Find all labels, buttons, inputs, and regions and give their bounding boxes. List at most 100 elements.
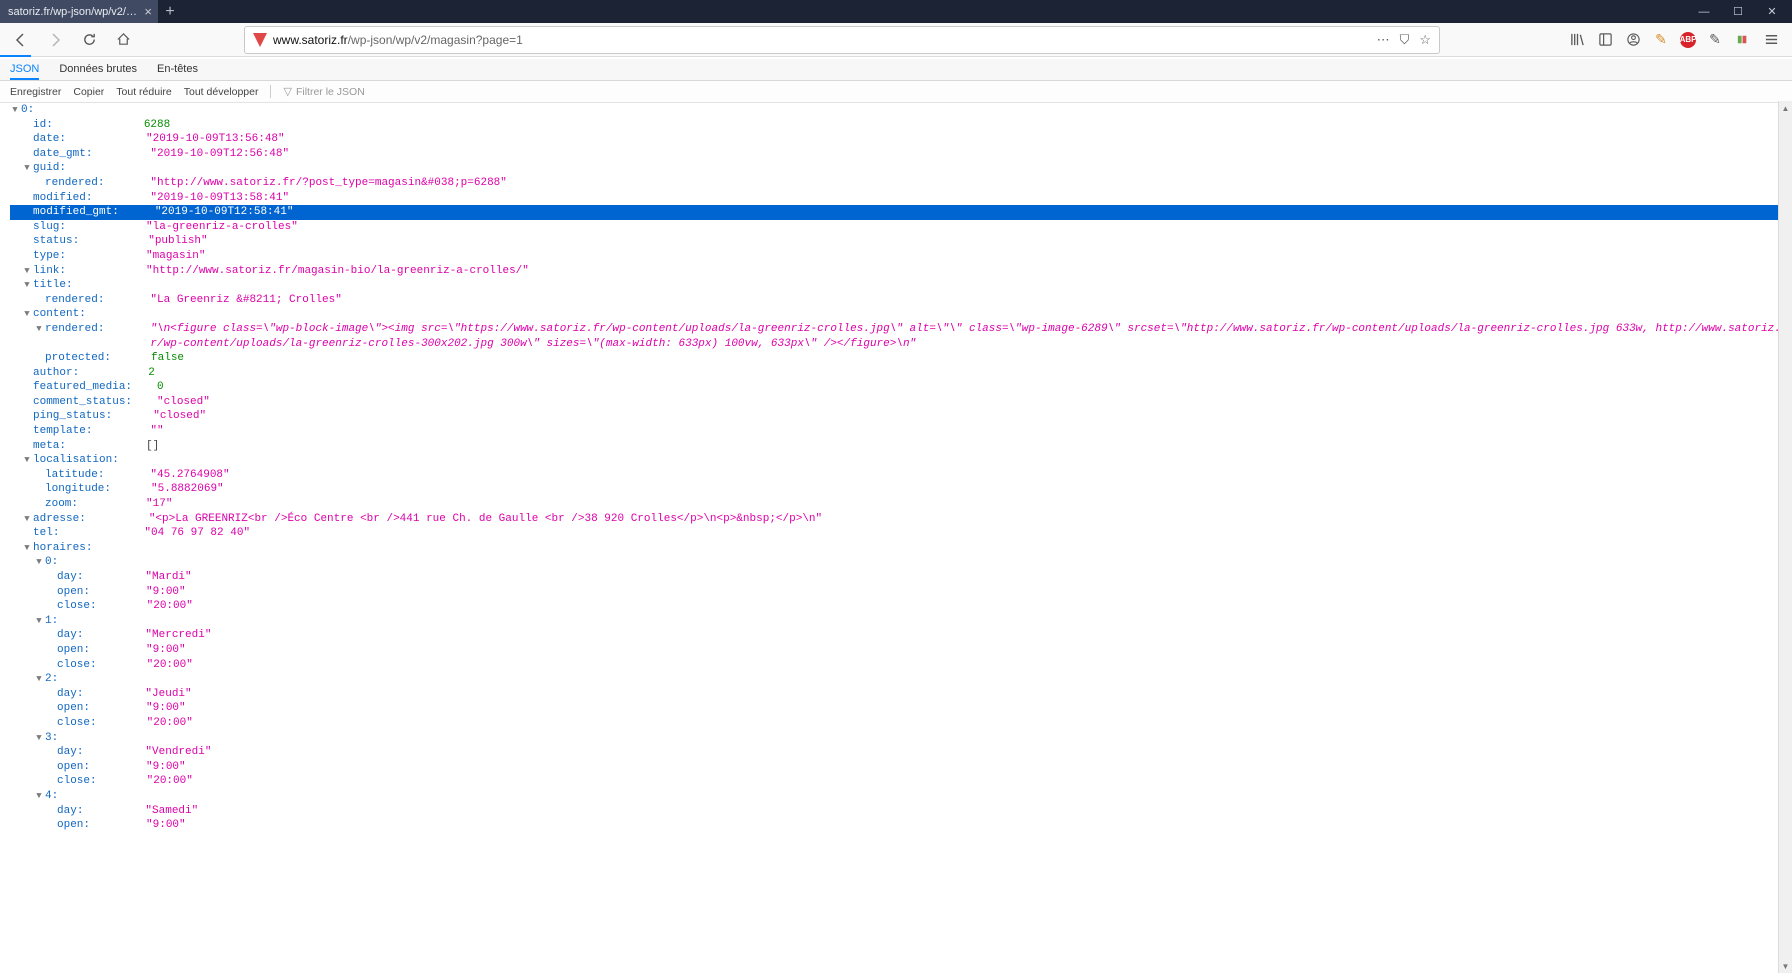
tree-row[interactable]: longitude:"5.8882069" [10, 482, 1792, 497]
active-tab-indicator [0, 55, 31, 57]
tree-row[interactable]: ▼2: [10, 672, 1792, 687]
action-collapse-all[interactable]: Tout réduire [116, 86, 171, 98]
new-tab-button[interactable]: + [158, 0, 182, 23]
tree-row[interactable]: ping_status:"closed" [10, 409, 1792, 424]
reload-icon [82, 32, 97, 47]
tree-row[interactable]: ▼1: [10, 614, 1792, 629]
tab-headers[interactable]: En-têtes [157, 59, 198, 80]
home-button[interactable] [110, 27, 136, 53]
adblock-icon[interactable]: ABP [1680, 32, 1696, 48]
arrow-left-icon [13, 32, 29, 48]
extension-icon-1[interactable]: ✎ [1652, 31, 1670, 49]
tree-row[interactable]: ▼content: [10, 307, 1792, 322]
tree-row[interactable]: open:"9:00" [10, 701, 1792, 716]
tree-row[interactable]: ▼link:"http://www.satoriz.fr/magasin-bio… [10, 264, 1792, 279]
tree-row[interactable]: day:"Mercredi" [10, 628, 1792, 643]
tree-row[interactable]: type:"magasin" [10, 249, 1792, 264]
maximize-icon[interactable]: ☐ [1732, 5, 1744, 18]
action-save[interactable]: Enregistrer [10, 86, 61, 98]
tree-row[interactable]: day:"Mardi" [10, 570, 1792, 585]
bookmark-star-icon[interactable]: ☆ [1419, 32, 1431, 48]
json-view-tabs: JSON Données brutes En-têtes [0, 59, 1792, 81]
action-expand-all[interactable]: Tout développer [184, 86, 259, 98]
tree-row[interactable]: id:6288 [10, 118, 1792, 133]
tree-row[interactable]: template:"" [10, 424, 1792, 439]
tree-row[interactable]: open:"9:00" [10, 643, 1792, 658]
tree-row[interactable]: open:"9:00" [10, 585, 1792, 600]
tree-row[interactable]: close:"20:00" [10, 774, 1792, 789]
tree-row[interactable]: day:"Jeudi" [10, 687, 1792, 702]
navigation-bar: www.satoriz.fr/wp-json/wp/v2/magasin?pag… [0, 23, 1792, 57]
arrow-right-icon [47, 32, 63, 48]
extension-icon-2[interactable]: ✎ [1706, 31, 1724, 49]
window-controls: — ☐ ✕ [1684, 0, 1792, 23]
tree-row[interactable]: date:"2019-10-09T13:56:48" [10, 132, 1792, 147]
tree-row[interactable]: modified:"2019-10-09T13:58:41" [10, 191, 1792, 206]
tree-row[interactable]: ▼adresse:"<p>La GREENRIZ<br />Éco Centre… [10, 512, 1792, 527]
reload-button[interactable] [76, 27, 102, 53]
tree-row[interactable]: open:"9:00" [10, 760, 1792, 775]
tree-row[interactable]: comment_status:"closed" [10, 395, 1792, 410]
json-tree: ▼0: id:6288 date:"2019-10-09T13:56:48" d… [0, 101, 1792, 933]
tab-raw[interactable]: Données brutes [59, 59, 137, 80]
tree-row[interactable]: ▼guid: [10, 161, 1792, 176]
tab-title: satoriz.fr/wp-json/wp/v2/magasin [8, 6, 138, 18]
funnel-icon: ▽ [283, 85, 291, 98]
tree-row-selected[interactable]: modified_gmt:"2019-10-09T12:58:41" [10, 205, 1792, 220]
tree-row[interactable]: slug:"la-greenriz-a-crolles" [10, 220, 1792, 235]
tree-row[interactable]: meta:[] [10, 439, 1792, 454]
tree-row[interactable]: date_gmt:"2019-10-09T12:56:48" [10, 147, 1792, 162]
tree-row[interactable]: rendered:"http://www.satoriz.fr/?post_ty… [10, 176, 1792, 191]
action-copy[interactable]: Copier [73, 86, 104, 98]
tree-row[interactable]: close:"20:00" [10, 599, 1792, 614]
tree-row[interactable]: author:2 [10, 366, 1792, 381]
vertical-scrollbar[interactable]: ▲ ▼ [1778, 101, 1792, 973]
json-tree-panel[interactable]: ▼0: id:6288 date:"2019-10-09T13:56:48" d… [0, 101, 1792, 973]
tree-row[interactable]: ▼3: [10, 731, 1792, 746]
tree-row[interactable]: featured_media:0 [10, 380, 1792, 395]
tab-json[interactable]: JSON [10, 59, 39, 80]
toolbar-right: ✎ ABP ✎ [1568, 31, 1784, 49]
tree-row[interactable]: ▼horaires: [10, 541, 1792, 556]
tree-row[interactable]: close:"20:00" [10, 716, 1792, 731]
tree-row[interactable]: zoom:"17" [10, 497, 1792, 512]
tree-row[interactable]: ▼title: [10, 278, 1792, 293]
tree-row[interactable]: ▼4: [10, 789, 1792, 804]
forward-button[interactable] [42, 27, 68, 53]
url-bar[interactable]: www.satoriz.fr/wp-json/wp/v2/magasin?pag… [244, 26, 1440, 54]
filter-placeholder: Filtrer le JSON [296, 86, 365, 98]
tree-row[interactable]: day:"Samedi" [10, 804, 1792, 819]
reader-icon[interactable]: ⛉ [1400, 32, 1410, 48]
page-actions-icon[interactable]: ⋯ [1377, 32, 1390, 48]
tree-row[interactable]: protected:false [10, 351, 1792, 366]
window-titlebar: satoriz.fr/wp-json/wp/v2/magasin × + — ☐… [0, 0, 1792, 23]
sidebar-icon[interactable] [1596, 31, 1614, 49]
close-window-icon[interactable]: ✕ [1766, 5, 1778, 18]
close-tab-icon[interactable]: × [144, 4, 152, 19]
json-action-bar: Enregistrer Copier Tout réduire Tout dév… [0, 81, 1792, 103]
tree-row[interactable]: ▼0: [10, 103, 1792, 118]
tree-row[interactable]: rendered:"La Greenriz &#8211; Crolles" [10, 293, 1792, 308]
minimize-icon[interactable]: — [1698, 6, 1710, 18]
tree-row[interactable]: close:"20:00" [10, 658, 1792, 673]
extension-icon-3[interactable] [1734, 31, 1752, 49]
browser-tab[interactable]: satoriz.fr/wp-json/wp/v2/magasin × [0, 0, 158, 23]
tree-row[interactable]: tel:"04 76 97 82 40" [10, 526, 1792, 541]
tree-row[interactable]: ▼localisation: [10, 453, 1792, 468]
tree-row[interactable]: ▼rendered:"\n<figure class=\"wp-block-im… [10, 322, 1792, 351]
menu-icon[interactable] [1762, 31, 1780, 49]
library-icon[interactable] [1568, 31, 1586, 49]
url-text: www.satoriz.fr/wp-json/wp/v2/magasin?pag… [273, 33, 1371, 47]
filter-field[interactable]: ▽ Filtrer le JSON [283, 85, 364, 98]
tree-row[interactable]: latitude:"45.2764908" [10, 468, 1792, 483]
tree-row[interactable]: day:"Vendredi" [10, 745, 1792, 760]
home-icon [116, 32, 131, 47]
tree-row[interactable]: open:"9:00" [10, 818, 1792, 833]
back-button[interactable] [8, 27, 34, 53]
scroll-up-icon[interactable]: ▲ [1779, 101, 1792, 115]
account-icon[interactable] [1624, 31, 1642, 49]
scroll-down-icon[interactable]: ▼ [1779, 959, 1792, 973]
tree-row[interactable]: status:"publish" [10, 234, 1792, 249]
tree-row[interactable]: ▼0: [10, 555, 1792, 570]
site-identity-icon [253, 33, 267, 47]
